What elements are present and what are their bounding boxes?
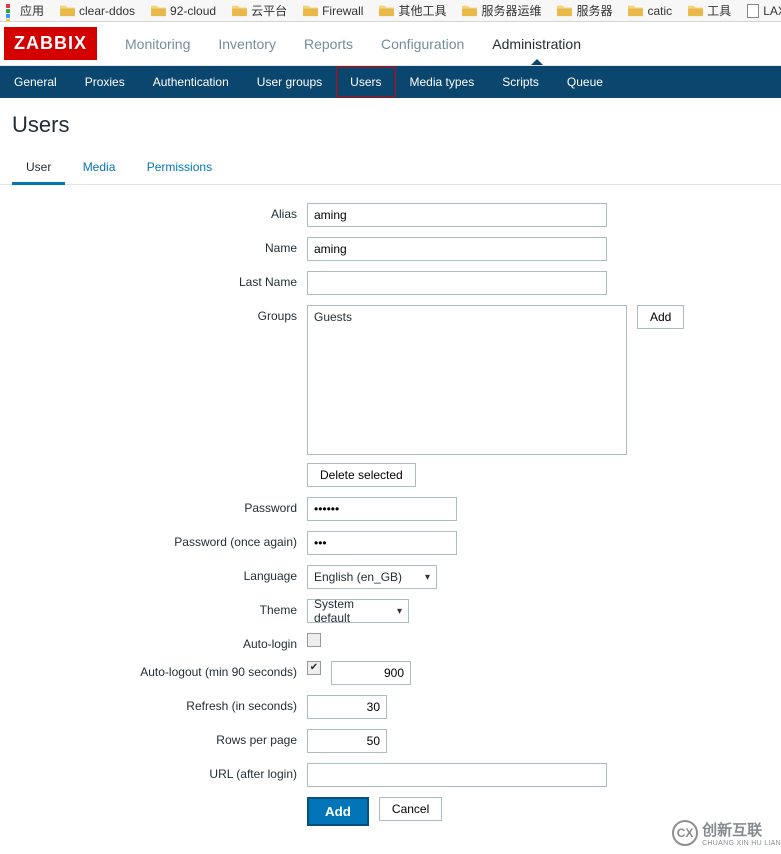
label-auto-logout: Auto-logout (min 90 seconds) — [12, 661, 307, 679]
tab-media[interactable]: Media — [69, 152, 130, 182]
user-form: Alias Name Last Name Groups Guests Delet… — [0, 185, 781, 854]
auto-logout-field[interactable] — [331, 661, 411, 685]
auto-login-checkbox[interactable] — [307, 633, 321, 647]
folder-icon — [557, 4, 572, 17]
groups-listbox[interactable]: Guests — [307, 305, 627, 455]
bookmark-catic[interactable]: catic — [622, 4, 678, 18]
subnav-user-groups[interactable]: User groups — [243, 67, 336, 97]
subnav-queue[interactable]: Queue — [553, 67, 617, 97]
add-button[interactable]: Add — [307, 797, 369, 826]
password2-field[interactable] — [307, 531, 457, 555]
bookmark-tools[interactable]: 工具 — [682, 2, 737, 19]
tab-permissions[interactable]: Permissions — [133, 152, 226, 182]
last-name-field[interactable] — [307, 271, 607, 295]
apps-label: 应用 — [20, 2, 44, 19]
tab-user[interactable]: User — [12, 152, 65, 185]
page-title: Users — [0, 98, 781, 142]
user-tabs: User Media Permissions — [0, 152, 781, 185]
bookmark-clear-ddos[interactable]: clear-ddos — [54, 4, 141, 18]
bookmark-server-ops[interactable]: 服务器运维 — [456, 2, 547, 19]
bookmark-cloud-platform[interactable]: 云平台 — [226, 2, 293, 19]
browser-bookmarks-bar: 应用 clear-ddos 92-cloud 云平台 Firewall 其他工具… — [0, 0, 781, 22]
nav-inventory[interactable]: Inventory — [204, 24, 290, 64]
file-icon — [747, 4, 759, 18]
alias-field[interactable] — [307, 203, 607, 227]
folder-icon — [232, 4, 247, 17]
bookmark-apps[interactable]: 应用 — [14, 2, 50, 19]
theme-select[interactable]: System default — [307, 599, 409, 623]
language-select[interactable]: English (en_GB) — [307, 565, 437, 589]
label-password2: Password (once again) — [12, 531, 307, 549]
subnav-proxies[interactable]: Proxies — [71, 67, 139, 97]
watermark-line1: 创新互联 — [702, 819, 781, 840]
label-name: Name — [12, 237, 307, 255]
label-url: URL (after login) — [12, 763, 307, 781]
bookmark-lax[interactable]: LAX — [741, 4, 781, 18]
folder-icon — [60, 4, 75, 17]
folder-icon — [151, 4, 166, 17]
folder-icon — [688, 4, 703, 17]
url-field[interactable] — [307, 763, 607, 787]
subnav-scripts[interactable]: Scripts — [488, 67, 553, 97]
nav-monitoring[interactable]: Monitoring — [111, 24, 204, 64]
groups-item-guests[interactable]: Guests — [314, 310, 620, 324]
name-field[interactable] — [307, 237, 607, 261]
rows-field[interactable] — [307, 729, 387, 753]
label-password: Password — [12, 497, 307, 515]
label-groups: Groups — [12, 305, 307, 323]
bookmark-other-tools[interactable]: 其他工具 — [373, 2, 452, 19]
nav-reports[interactable]: Reports — [290, 24, 367, 64]
label-refresh: Refresh (in seconds) — [12, 695, 307, 713]
refresh-field[interactable] — [307, 695, 387, 719]
label-rows: Rows per page — [12, 729, 307, 747]
label-last-name: Last Name — [12, 271, 307, 289]
folder-icon — [628, 4, 643, 17]
cancel-button[interactable]: Cancel — [379, 797, 442, 821]
auto-logout-checkbox[interactable]: ✔ — [307, 661, 321, 675]
label-alias: Alias — [12, 203, 307, 221]
watermark: CX 创新互联 CHUANG XIN HU LIAN — [672, 819, 781, 847]
nav-configuration[interactable]: Configuration — [367, 24, 478, 64]
label-language: Language — [12, 565, 307, 583]
folder-icon — [303, 4, 318, 17]
watermark-logo: CX — [672, 820, 698, 846]
password-field[interactable] — [307, 497, 457, 521]
nav-administration[interactable]: Administration — [478, 24, 595, 64]
main-nav: Monitoring Inventory Reports Configurati… — [111, 24, 595, 64]
watermark-line2: CHUANG XIN HU LIAN — [702, 840, 781, 847]
bookmark-92-cloud[interactable]: 92-cloud — [145, 4, 222, 18]
subnav-users[interactable]: Users — [336, 67, 395, 97]
zabbix-logo[interactable]: ZABBIX — [4, 27, 97, 60]
apps-icon[interactable] — [6, 4, 10, 18]
bookmark-servers[interactable]: 服务器 — [551, 2, 618, 19]
add-group-button[interactable]: Add — [637, 305, 684, 329]
sub-nav: General Proxies Authentication User grou… — [0, 66, 781, 98]
folder-icon — [379, 4, 394, 17]
delete-selected-button[interactable]: Delete selected — [307, 463, 416, 487]
zabbix-header: ZABBIX Monitoring Inventory Reports Conf… — [0, 22, 781, 66]
label-auto-login: Auto-login — [12, 633, 307, 651]
subnav-media-types[interactable]: Media types — [396, 67, 489, 97]
label-theme: Theme — [12, 599, 307, 617]
folder-icon — [462, 4, 477, 17]
subnav-general[interactable]: General — [0, 67, 71, 97]
subnav-authentication[interactable]: Authentication — [139, 67, 243, 97]
bookmark-firewall[interactable]: Firewall — [297, 4, 369, 18]
